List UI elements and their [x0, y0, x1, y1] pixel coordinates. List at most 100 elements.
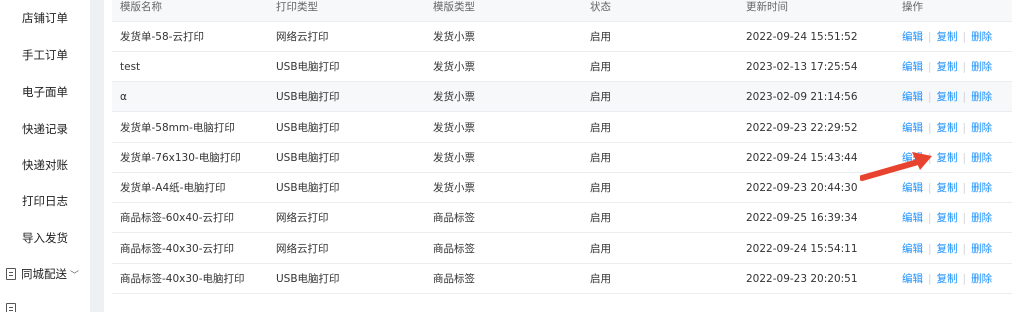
cell-template-name: test: [120, 60, 141, 73]
cell-updated-time: 2023-02-09 21:14:56: [746, 90, 858, 103]
cell-actions: 编辑 | 复制 | 删除: [902, 203, 992, 232]
action-separator: |: [928, 211, 932, 224]
cell-template-name: 发货单-76x130-电脑打印: [120, 152, 241, 164]
document-icon: [6, 303, 16, 312]
action-separator: |: [928, 30, 932, 43]
copy-link[interactable]: 复制: [937, 89, 958, 104]
copy-link[interactable]: 复制: [937, 210, 958, 225]
action-separator: |: [962, 60, 967, 73]
action-separator: |: [962, 181, 967, 194]
table-header: 模版名称 打印类型 模版类型 状态 更新时间 操作: [112, 0, 1012, 22]
sidebar-group-label: 同城配送: [21, 267, 67, 281]
sidebar-divider: [90, 0, 104, 312]
table-row: test USB电脑打印 发货小票 启用 2023-02-13 17:25:54 编辑 | 复…: [112, 52, 1012, 82]
cell-status: 启用: [590, 61, 611, 73]
edit-link[interactable]: 编辑: [902, 180, 923, 195]
cell-template-type: 商品标签: [433, 243, 475, 255]
copy-link[interactable]: 复制: [937, 120, 958, 135]
delete-link[interactable]: 删除: [971, 89, 992, 104]
header-print-type: 打印类型: [276, 1, 318, 13]
copy-link[interactable]: 复制: [937, 271, 958, 286]
action-separator: |: [962, 211, 967, 224]
table-row: 商品标签-40x30-电脑打印 USB电脑打印 商品标签 启用 2022-09-23 2…: [112, 264, 1012, 294]
cell-actions: 编辑 | 复制 | 删除: [902, 82, 992, 111]
edit-link[interactable]: 编辑: [902, 150, 923, 165]
cell-updated-time: 2023-02-13 17:25:54: [746, 60, 858, 73]
cell-template-name: 发货单-58mm-电脑打印: [120, 122, 235, 134]
cell-print-type: USB电脑打印: [276, 61, 340, 73]
edit-link[interactable]: 编辑: [902, 89, 923, 104]
cell-status: 启用: [590, 91, 611, 103]
delete-link[interactable]: 删除: [971, 210, 992, 225]
delete-link[interactable]: 删除: [971, 241, 992, 256]
sidebar-item-express-reconciliation[interactable]: 快递对账: [0, 157, 90, 173]
delete-link[interactable]: 删除: [971, 271, 992, 286]
cell-template-type: 发货小票: [433, 152, 475, 164]
action-separator: |: [928, 272, 932, 285]
sidebar-item-print-log[interactable]: 打印日志: [0, 193, 90, 209]
copy-link[interactable]: 复制: [937, 59, 958, 74]
cell-template-name: α: [120, 90, 127, 103]
edit-link[interactable]: 编辑: [902, 241, 923, 256]
sidebar-item-express-records[interactable]: 快递记录: [0, 121, 90, 137]
cell-print-type: USB电脑打印: [276, 152, 340, 164]
action-separator: |: [928, 242, 932, 255]
cell-updated-time: 2022-09-24 15:51:52: [746, 30, 858, 43]
edit-link[interactable]: 编辑: [902, 210, 923, 225]
sidebar-group-same-city-delivery[interactable]: 同城配送 ﹀: [0, 266, 90, 282]
sidebar-item-electronic-waybill[interactable]: 电子面单: [0, 84, 90, 100]
action-separator: |: [962, 151, 967, 164]
table-row: α USB电脑打印 发货小票 启用 2023-02-09 21:14:56 编辑 | 复制 | 删…: [112, 82, 1012, 112]
cell-print-type: USB电脑打印: [276, 91, 340, 103]
edit-link[interactable]: 编辑: [902, 271, 923, 286]
delete-link[interactable]: 删除: [971, 150, 992, 165]
copy-link[interactable]: 复制: [937, 150, 958, 165]
cell-actions: 编辑 | 复制 | 删除: [902, 234, 992, 263]
delete-link[interactable]: 删除: [971, 180, 992, 195]
cell-template-type: 发货小票: [433, 182, 475, 194]
edit-link[interactable]: 编辑: [902, 29, 923, 44]
action-separator: |: [962, 121, 967, 134]
edit-link[interactable]: 编辑: [902, 59, 923, 74]
header-status: 状态: [590, 1, 611, 13]
header-template-type: 模版类型: [433, 1, 475, 13]
sidebar-item-store-orders[interactable]: 店铺订单: [0, 10, 90, 26]
sidebar-item-import-shipping[interactable]: 导入发货: [0, 230, 90, 246]
cell-template-name: 商品标签-60x40-云打印: [120, 212, 235, 224]
delete-link[interactable]: 删除: [971, 120, 992, 135]
header-actions: 操作: [902, 1, 923, 13]
edit-link[interactable]: 编辑: [902, 120, 923, 135]
cell-updated-time: 2022-09-25 16:39:34: [746, 211, 858, 224]
cell-template-type: 发货小票: [433, 61, 475, 73]
cell-status: 启用: [590, 273, 611, 285]
cell-status: 启用: [590, 212, 611, 224]
cell-status: 启用: [590, 31, 611, 43]
cell-print-type: USB电脑打印: [276, 182, 340, 194]
sidebar-item-partial[interactable]: [0, 302, 90, 312]
table-row: 商品标签-40x30-云打印 网络云打印 商品标签 启用 2022-09-24 15:5…: [112, 234, 1012, 264]
sidebar-item-manual-orders[interactable]: 手工订单: [0, 47, 90, 63]
cell-template-name: 商品标签-40x30-云打印: [120, 243, 235, 255]
copy-link[interactable]: 复制: [937, 29, 958, 44]
cell-actions: 编辑 | 复制 | 删除: [902, 264, 992, 293]
copy-link[interactable]: 复制: [937, 180, 958, 195]
action-separator: |: [962, 90, 967, 103]
action-separator: |: [928, 181, 932, 194]
action-separator: |: [928, 90, 932, 103]
cell-print-type: USB电脑打印: [276, 122, 340, 134]
action-separator: |: [928, 121, 932, 134]
cell-actions: 编辑 | 复制 | 删除: [902, 113, 992, 142]
cell-print-type: USB电脑打印: [276, 273, 340, 285]
cell-template-type: 发货小票: [433, 122, 475, 134]
delete-link[interactable]: 删除: [971, 59, 992, 74]
cell-print-type: 网络云打印: [276, 243, 329, 255]
cell-status: 启用: [590, 182, 611, 194]
table-row: 发货单-76x130-电脑打印 USB电脑打印 发货小票 启用 2022-09-24 1…: [112, 143, 1012, 173]
delete-link[interactable]: 删除: [971, 29, 992, 44]
cell-print-type: 网络云打印: [276, 31, 329, 43]
table-row: 发货单-58-云打印 网络云打印 发货小票 启用 2022-09-24 15:51:52…: [112, 22, 1012, 52]
cell-actions: 编辑 | 复制 | 删除: [902, 52, 992, 81]
copy-link[interactable]: 复制: [937, 241, 958, 256]
chevron-down-icon: ﹀: [70, 271, 80, 281]
cell-updated-time: 2022-09-23 22:29:52: [746, 121, 858, 134]
